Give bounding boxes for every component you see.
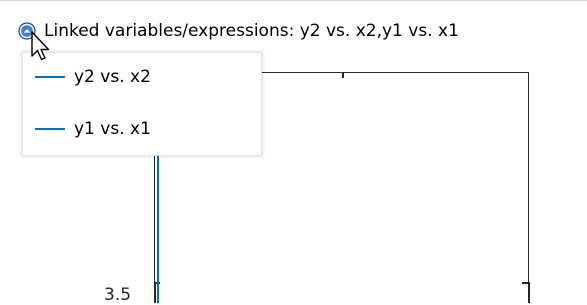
mouse-pointer-icon	[30, 30, 54, 66]
x-tick-mark	[342, 72, 344, 78]
legend-line-swatch	[35, 128, 65, 130]
linked-variables-text: Linked variables/expressions: y2 vs. x2,…	[44, 21, 459, 41]
linked-variables-header: Linked variables/expressions: y2 vs. x2,…	[18, 16, 459, 46]
plotted-series-line	[157, 150, 159, 303]
legend-item-y1-vs-x1[interactable]: y1 vs. x1	[35, 119, 151, 139]
legend-label: y2 vs. x2	[74, 67, 151, 87]
legend-item-y2-vs-x2[interactable]: y2 vs. x2	[35, 67, 151, 87]
legend-label: y1 vs. x1	[74, 119, 151, 139]
top-divider	[0, 0, 587, 1]
legend-line-swatch	[35, 76, 65, 78]
legend-popup: y2 vs. x2 y1 vs. x1	[22, 52, 262, 156]
y-tick-label: 3.5	[104, 285, 132, 305]
y-axis-line	[154, 282, 156, 303]
y-axis-right-line	[528, 282, 530, 303]
